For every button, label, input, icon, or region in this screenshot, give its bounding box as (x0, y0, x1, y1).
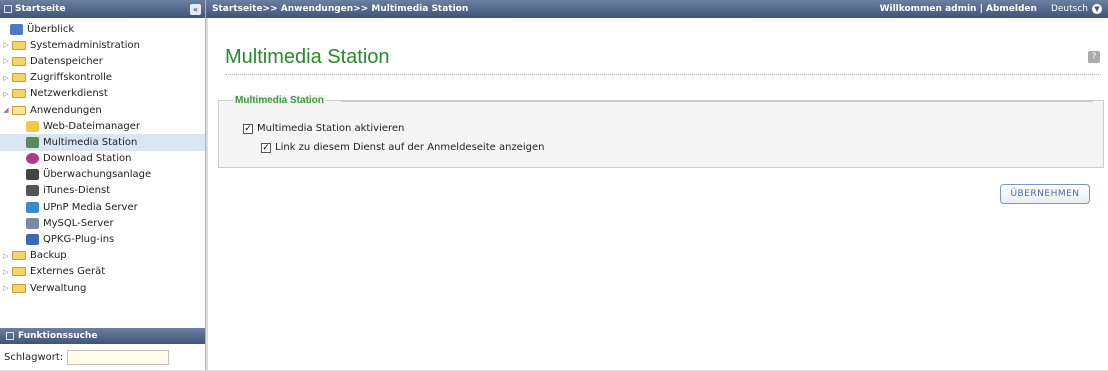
sidebar-item[interactable]: ▷ Verwaltung (0, 280, 205, 296)
expanded-arrow-icon[interactable]: ◢ (2, 106, 10, 114)
sidebar-item-label: QPKG-Plug-ins (43, 234, 115, 246)
sidebar-item-label: Externes Gerät (30, 266, 106, 278)
show-link-option[interactable]: ✓ Link zu diesem Dienst auf der Anmeldes… (261, 142, 544, 153)
sidebar-item[interactable]: MySQL-Server (0, 215, 205, 231)
sidebar-item[interactable]: ▷ Externes Gerät (0, 264, 205, 280)
settings-panel: Multimedia Station ✓ Multimedia Station … (218, 95, 1104, 168)
sidebar-item[interactable]: QPKG-Plug-ins (0, 231, 205, 247)
sidebar-item[interactable]: ▷ Zugriffskontrolle (0, 70, 205, 86)
folder-icon (12, 251, 26, 261)
sidebar-item-label: Netzwerkdienst (30, 88, 108, 100)
sidebar-item[interactable]: ▷ Backup (0, 248, 205, 264)
expand-arrow-icon[interactable]: ▷ (2, 74, 10, 82)
enable-label: Multimedia Station aktivieren (257, 123, 405, 134)
sidebar-item-label: iTunes-Dienst (43, 185, 111, 197)
welcome-logout[interactable]: Willkommen admin | Abmelden (880, 4, 1037, 14)
sidebar-item[interactable]: ◢ Anwendungen (0, 102, 205, 118)
download-icon (26, 153, 39, 165)
sidebar-header: Startseite « (0, 0, 205, 18)
search-input[interactable] (67, 350, 170, 365)
sidebar-item-label: Zugriffskontrolle (30, 72, 113, 84)
expand-arrow-icon[interactable]: ▷ (2, 90, 10, 98)
search-label: Schlagwort: (4, 352, 64, 363)
enable-checkbox[interactable]: ✓ (243, 123, 253, 134)
expand-arrow-icon[interactable]: ▷ (2, 268, 10, 276)
title-divider (225, 74, 1101, 75)
sidebar-item-label: Überblick (27, 23, 75, 35)
expand-arrow-icon[interactable]: ▷ (2, 57, 10, 65)
folder-icon (12, 267, 26, 277)
language-label: Deutsch (1050, 4, 1088, 14)
sidebar-item[interactable]: Überwachungsanlage (0, 167, 205, 183)
folder-icon (12, 73, 26, 83)
upnp-icon (26, 201, 39, 213)
sidebar-title: Startseite (15, 4, 66, 14)
sidebar-item[interactable]: iTunes-Dienst (0, 183, 205, 199)
camera-icon (26, 169, 39, 181)
sidebar-item-label: Datenspeicher (30, 55, 103, 67)
home-icon (4, 5, 12, 13)
sidebar-item-label: Verwaltung (30, 282, 87, 294)
apply-button[interactable]: ÜBERNEHMEN (1000, 184, 1090, 204)
sidebar-item[interactable]: Überblick (0, 21, 205, 37)
folder-icon (26, 120, 39, 132)
sidebar: Startseite « Überblick ▷ Systemadministrat… (0, 0, 206, 370)
help-icon[interactable]: ? (1088, 51, 1100, 63)
enable-option[interactable]: ✓ Multimedia Station aktivieren (243, 123, 404, 134)
search-header: Funktionssuche (0, 328, 205, 344)
sidebar-item-label: Multimedia Station (43, 136, 138, 148)
expand-arrow-icon[interactable]: ▷ (2, 252, 10, 260)
folder-icon (12, 56, 26, 66)
language-select[interactable]: Deutsch ▼ (1051, 4, 1102, 14)
sidebar-item-label: UPnP Media Server (43, 201, 138, 213)
show-link-label: Link zu diesem Dienst auf der Anmeldesei… (275, 142, 545, 153)
main-content: Multimedia Station ? Multimedia Station … (208, 18, 1108, 370)
apple-icon (26, 185, 39, 197)
overview-icon (10, 23, 23, 35)
sidebar-item[interactable]: Download Station (0, 151, 205, 167)
folder-icon (12, 40, 26, 50)
sidebar-item-label: Überwachungsanlage (43, 169, 152, 181)
folder-icon (12, 283, 26, 293)
multimedia-icon (26, 136, 39, 148)
expand-arrow-icon[interactable]: ▷ (2, 41, 10, 49)
sidebar-item[interactable]: Web-Dateimanager (0, 118, 205, 134)
sidebar-item-label: Anwendungen (30, 104, 102, 116)
sidebar-item-label: Download Station (43, 153, 132, 165)
page-title: Multimedia Station (225, 46, 390, 68)
sidebar-item[interactable]: ▷ Netzwerkdienst (0, 86, 205, 102)
function-search: Funktionssuche Schlagwort: (0, 328, 205, 371)
breadcrumb[interactable]: Startseite>> Anwendungen>> Multimedia St… (212, 4, 468, 14)
sidebar-item-label: Backup (30, 250, 67, 262)
sidebar-item-label: Web-Dateimanager (43, 120, 141, 132)
show-link-checkbox[interactable]: ✓ (261, 142, 271, 153)
sidebar-item[interactable]: Multimedia Station (0, 134, 205, 151)
qpkg-icon (26, 234, 39, 246)
chevron-down-icon: ▼ (1092, 4, 1102, 14)
sidebar-item[interactable]: ▷ Systemadministration (0, 37, 205, 53)
expand-arrow-icon[interactable]: ▷ (2, 284, 10, 292)
folder-icon (12, 89, 26, 99)
sidebar-item[interactable]: UPnP Media Server (0, 199, 205, 215)
search-icon (6, 332, 14, 340)
collapse-sidebar-icon[interactable]: « (190, 3, 201, 15)
search-title: Funktionssuche (18, 331, 98, 341)
sidebar-item-label: Systemadministration (30, 39, 140, 51)
folder-icon (12, 105, 26, 115)
mysql-icon (26, 217, 39, 229)
top-bar: Startseite>> Anwendungen>> Multimedia St… (206, 0, 1108, 18)
panel-legend: Multimedia Station (233, 95, 326, 106)
sidebar-item-label: MySQL-Server (43, 217, 114, 229)
nav-tree: Überblick ▷ Systemadministration ▷ Datenspei… (0, 18, 205, 296)
legend-divider (341, 101, 1093, 102)
sidebar-item[interactable]: ▷ Datenspeicher (0, 53, 205, 69)
